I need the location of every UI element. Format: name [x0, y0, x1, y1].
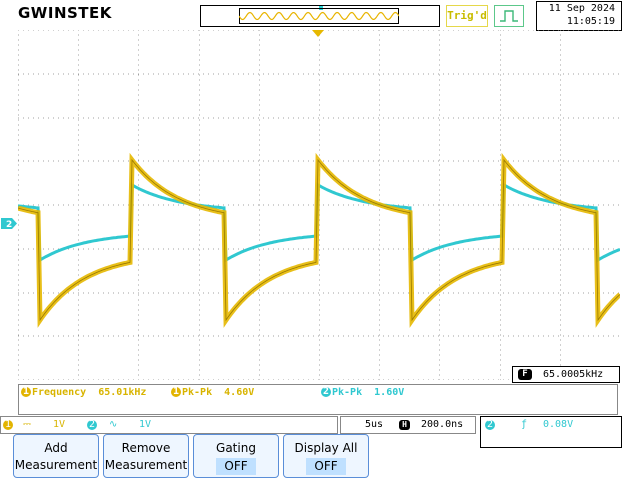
memory-position-bar	[200, 5, 440, 27]
display-all-button[interactable]: Display All OFF	[283, 434, 369, 478]
dc-coupling-icon: ⎓	[23, 419, 31, 430]
timebase-box[interactable]: 5us H 200.0ns	[340, 416, 476, 434]
waveform-display	[18, 30, 620, 380]
ch1-scale: 1V	[53, 419, 66, 430]
channel-status-bar[interactable]: 1 ⎓ 1V 2 ∿ 1V	[0, 416, 338, 434]
trigger-source-badge: 2	[485, 419, 495, 430]
gating-value: OFF	[216, 458, 256, 475]
measurement-ch1-pkpk: 1 Pk-Pk 4.60V	[171, 386, 255, 398]
brand-logo: GWINSTEK	[18, 4, 112, 22]
measurement-bar: 1 Frequency 65.01kHz 1 Pk-Pk 4.60V 2 Pk-Pk …	[18, 384, 618, 415]
trigger-status-badge: Trig'd	[446, 5, 488, 27]
ch1-badge: 1	[21, 386, 31, 397]
remove-measurement-button[interactable]: Remove Measurement	[103, 434, 189, 478]
gating-button[interactable]: Gating OFF	[193, 434, 279, 478]
softkey-line2: Measurement	[104, 458, 188, 472]
ch2-scale: 1V	[139, 419, 152, 430]
add-measurement-button[interactable]: Add Measurement	[13, 434, 99, 478]
ch1-badge: 1	[3, 419, 13, 430]
horizontal-position: 200.0ns	[421, 419, 464, 430]
edge-pulse-icon	[494, 5, 524, 27]
ac-coupling-icon: ∿	[109, 419, 118, 430]
measurement-ch2-pkpk: 2 Pk-Pk 1.60V	[321, 386, 405, 398]
trigger-info-box[interactable]: 2 ƒ 0.08V	[480, 416, 622, 448]
softkey-line1: Gating	[216, 441, 256, 455]
ch2-badge: 2	[87, 419, 97, 430]
trigger-level-marker	[312, 30, 324, 37]
softkey-line1: Display All	[294, 441, 358, 455]
memory-waveform-preview	[239, 11, 399, 21]
ch2-ground-marker: 2	[1, 218, 17, 229]
softkey-line1: Add	[44, 441, 68, 455]
frequency-counter: F 65.0005kHz	[512, 366, 620, 383]
ch2-badge: 2	[321, 386, 331, 397]
trigger-level: 0.08V	[543, 419, 574, 430]
date-text: 11 Sep 2024	[548, 3, 615, 14]
ch1-badge: 1	[171, 386, 181, 397]
date-time-display: 11 Sep 2024 11:05:19	[536, 1, 622, 31]
ch2-marker-label: 2	[6, 220, 12, 229]
rising-slope-icon: ƒ	[521, 419, 528, 430]
horizontal-position-icon: H	[399, 420, 410, 430]
counter-value: 65.0005kHz	[543, 369, 604, 380]
time-text: 11:05:19	[566, 16, 615, 27]
softkey-line1: Remove	[121, 441, 171, 455]
counter-icon: F	[518, 369, 532, 380]
softkey-line2: Measurement	[14, 458, 98, 472]
measurement-frequency: 1 Frequency 65.01kHz	[21, 386, 147, 398]
timebase-scale: 5us	[365, 419, 384, 430]
display-all-value: OFF	[306, 458, 346, 475]
